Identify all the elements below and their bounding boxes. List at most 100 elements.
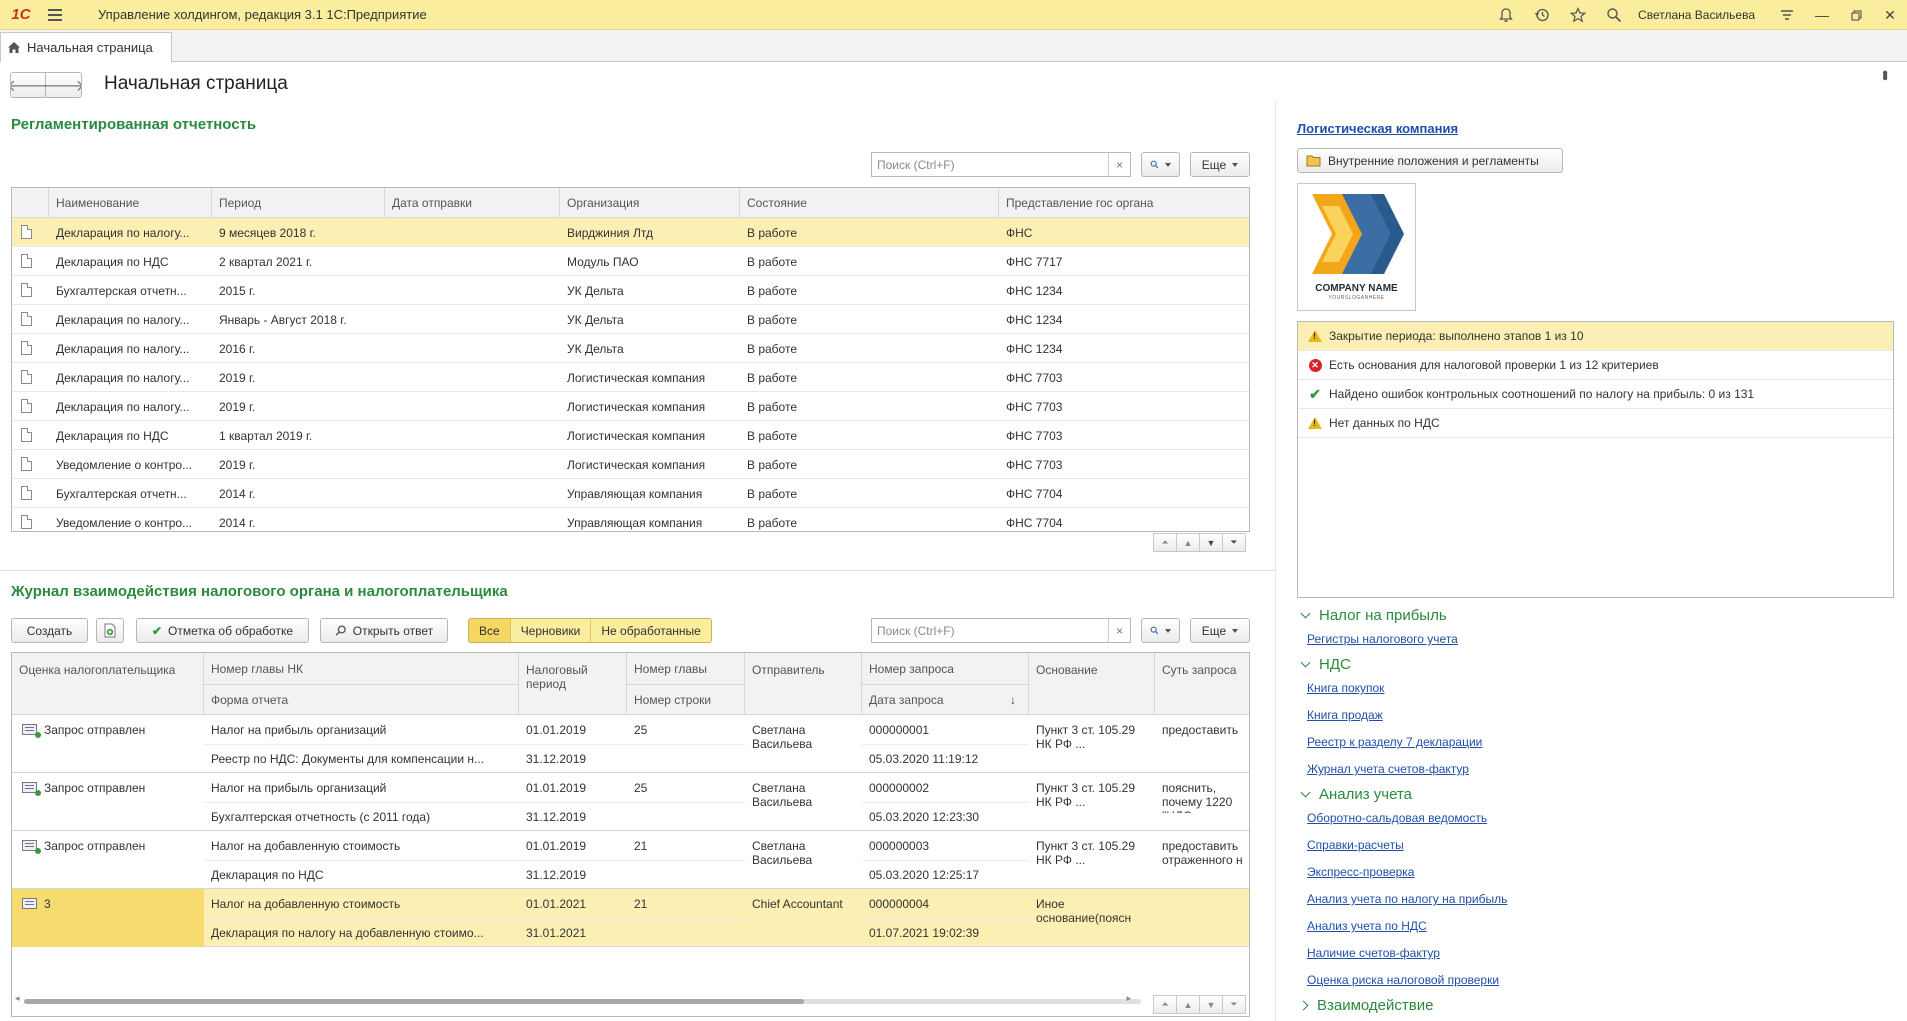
journal-table[interactable]: Оценка налогоплательщика Номер главы НК … bbox=[11, 652, 1250, 1017]
table-row[interactable]: Уведомление о контро... 2019 г. Логистичес… bbox=[12, 450, 1249, 479]
status-row[interactable]: Нет данных по НДС bbox=[1298, 409, 1893, 438]
settings-menu-icon[interactable] bbox=[1769, 0, 1805, 30]
link-trial-balance[interactable]: Оборотно-сальдовая ведомость bbox=[1307, 811, 1487, 825]
next-page-icon[interactable]: ▼ bbox=[1199, 533, 1223, 552]
create-button[interactable]: Создать bbox=[11, 618, 88, 643]
filter-drafts[interactable]: Черновики bbox=[510, 619, 592, 642]
clear-icon[interactable]: × bbox=[1108, 153, 1130, 176]
status-row[interactable]: Закрытие периода: выполнено этапов 1 из … bbox=[1298, 322, 1893, 351]
column-header[interactable]: Организация bbox=[560, 188, 740, 218]
more-actions-icon[interactable]: ••• bbox=[1875, 70, 1893, 78]
column-header[interactable]: Форма отчета bbox=[204, 684, 519, 715]
prev-page-icon[interactable]: ▲ bbox=[1176, 995, 1200, 1014]
table-row[interactable]: 3 Налог на добавленную стоимость Деклараци… bbox=[12, 889, 1249, 947]
user-name[interactable]: Светлана Васильева bbox=[1638, 8, 1755, 22]
link-purchase-book[interactable]: Книга покупок bbox=[1307, 681, 1384, 695]
next-page-icon[interactable]: ▼ bbox=[1199, 995, 1223, 1014]
close-icon[interactable]: ✕ bbox=[1873, 0, 1907, 30]
column-header[interactable]: Дата запроса ↓ bbox=[862, 684, 1029, 715]
last-page-icon[interactable]: ⏷ bbox=[1222, 995, 1246, 1014]
journal-more-button[interactable]: Еще bbox=[1190, 618, 1250, 643]
column-header[interactable]: Налоговый период bbox=[519, 653, 627, 715]
last-page-icon[interactable]: ⏷ bbox=[1222, 533, 1246, 552]
column-header[interactable]: Оценка налогоплательщика bbox=[12, 653, 204, 715]
tab-home[interactable]: Начальная страница bbox=[0, 32, 172, 62]
scroll-thumb[interactable] bbox=[24, 999, 804, 1004]
back-arrow-icon[interactable]: 🡐 bbox=[11, 73, 49, 97]
journal-search-input[interactable]: Поиск (Ctrl+F) × bbox=[871, 618, 1131, 643]
filter-unprocessed[interactable]: Не обработанные bbox=[591, 619, 711, 642]
table-row[interactable]: Запрос отправлен Налог на добавленную сто… bbox=[12, 831, 1249, 889]
table-row[interactable]: Бухгалтерская отчетн... 2015 г. УК Дельта В… bbox=[12, 276, 1249, 305]
column-header[interactable]: Дата отправки bbox=[385, 188, 560, 218]
table-row[interactable]: Декларация по налогу... Январь - Август 2… bbox=[12, 305, 1249, 334]
group-interaction[interactable]: Взаимодействие bbox=[1298, 997, 1433, 1014]
open-answer-button[interactable]: Открыть ответ bbox=[320, 618, 448, 643]
link-sales-book[interactable]: Книга продаж bbox=[1307, 708, 1383, 722]
column-header[interactable]: Номер запроса bbox=[862, 653, 1029, 684]
prev-page-icon[interactable]: ▲ bbox=[1176, 533, 1200, 552]
status-row[interactable]: ✕ Есть основания для налоговой проверки 1… bbox=[1298, 351, 1893, 380]
journal-search-button[interactable] bbox=[1141, 618, 1180, 643]
table-row[interactable]: Декларация по НДС 1 квартал 2019 г. Логист… bbox=[12, 421, 1249, 450]
favorites-star-icon[interactable] bbox=[1560, 0, 1596, 30]
internal-regulations-button[interactable]: Внутренние положения и регламенты bbox=[1297, 148, 1563, 173]
mark-processed-button[interactable]: ✔ Отметка об обработке bbox=[136, 618, 309, 643]
table-row[interactable]: Декларация по налогу... 2016 г. УК Дельта В… bbox=[12, 334, 1249, 363]
column-header[interactable]: Основание bbox=[1029, 653, 1155, 715]
link-vat-analysis[interactable]: Анализ учета по НДС bbox=[1307, 919, 1427, 933]
link-tax-registers[interactable]: Регистры налогового учета bbox=[1307, 632, 1458, 646]
filter-all[interactable]: Все bbox=[469, 619, 511, 642]
reports-more-button[interactable]: Еще bbox=[1190, 152, 1250, 177]
minimize-icon[interactable]: — bbox=[1805, 0, 1839, 30]
forward-arrow-icon[interactable]: 🡒 bbox=[42, 73, 81, 97]
reports-search-input[interactable]: Поиск (Ctrl+F) × bbox=[871, 152, 1131, 177]
scroll-left-icon[interactable]: ◂ bbox=[15, 993, 20, 1004]
column-header[interactable]: Состояние bbox=[740, 188, 999, 218]
table-row[interactable]: Декларация по НДС 2 квартал 2021 г. Модуль… bbox=[12, 247, 1249, 276]
link-audit-risk[interactable]: Оценка риска налоговой проверки bbox=[1307, 973, 1499, 987]
search-icon[interactable] bbox=[1596, 0, 1632, 30]
group-profit-tax[interactable]: Налог на прибыль bbox=[1300, 607, 1447, 624]
link-invoice-journal[interactable]: Журнал учета счетов-фактур bbox=[1307, 762, 1469, 776]
column-header[interactable]: Суть запроса bbox=[1155, 653, 1249, 715]
add-file-button[interactable] bbox=[96, 618, 124, 643]
company-link[interactable]: Логистическая компания bbox=[1297, 121, 1458, 136]
column-header[interactable]: Представление гос органа bbox=[999, 188, 1249, 218]
link-invoices-presence[interactable]: Наличие счетов-фактур bbox=[1307, 946, 1440, 960]
table-row[interactable]: Декларация по налогу... 2019 г. Логистичес… bbox=[12, 392, 1249, 421]
table-row[interactable]: Бухгалтерская отчетн... 2014 г. Управляюща… bbox=[12, 479, 1249, 508]
link-profit-analysis[interactable]: Анализ учета по налогу на прибыль bbox=[1307, 892, 1507, 906]
clear-icon[interactable]: × bbox=[1108, 619, 1130, 642]
main-menu-icon[interactable] bbox=[48, 0, 70, 30]
table-row[interactable]: Запрос отправлен Налог на прибыль организ… bbox=[12, 715, 1249, 773]
status-row[interactable]: ✔ Найдено ошибок контрольных соотношений … bbox=[1298, 380, 1893, 409]
table-row[interactable]: Уведомление о контро... 2014 г. Управляюща… bbox=[12, 508, 1249, 531]
link-express-check[interactable]: Экспресс-проверка bbox=[1307, 865, 1414, 879]
scroll-right-icon[interactable]: ▸ bbox=[1126, 993, 1131, 1004]
column-header[interactable]: Период bbox=[212, 188, 385, 218]
column-header[interactable]: Отправитель bbox=[745, 653, 862, 715]
reports-table[interactable]: Наименование Период Дата отправки Органи… bbox=[11, 187, 1250, 532]
history-icon[interactable] bbox=[1524, 0, 1560, 30]
group-analysis[interactable]: Анализ учета bbox=[1300, 786, 1412, 803]
restore-icon[interactable] bbox=[1839, 0, 1873, 30]
column-header[interactable]: Номер главы bbox=[627, 653, 745, 684]
app-logo-icon[interactable]: 1С bbox=[4, 0, 38, 30]
status-text: Закрытие периода: выполнено этапов 1 из … bbox=[1329, 329, 1584, 343]
column-header[interactable]: Номер строки bbox=[627, 684, 745, 715]
table-row[interactable]: Декларация по налогу... 2019 г. Логистичес… bbox=[12, 363, 1249, 392]
reports-search-button[interactable] bbox=[1141, 152, 1180, 177]
group-vat[interactable]: НДС bbox=[1300, 656, 1351, 673]
link-section7-register[interactable]: Реестр к разделу 7 декларации bbox=[1307, 735, 1482, 749]
journal-hscroll[interactable]: ◂ ▸ bbox=[12, 993, 1249, 1006]
first-page-icon[interactable]: ⏶ bbox=[1153, 995, 1177, 1014]
table-row[interactable]: Запрос отправлен Налог на прибыль организ… bbox=[12, 773, 1249, 831]
column-header[interactable]: Номер главы НК bbox=[204, 653, 519, 684]
link-calculations[interactable]: Справки-расчеты bbox=[1307, 838, 1404, 852]
form-cell: Реестр по НДС: Документы для компенсации… bbox=[211, 752, 485, 766]
table-row[interactable]: Декларация по налогу... 9 месяцев 2018 г.… bbox=[12, 218, 1249, 247]
first-page-icon[interactable]: ⏶ bbox=[1153, 533, 1177, 552]
column-header[interactable]: Наименование bbox=[49, 188, 212, 218]
bell-icon[interactable] bbox=[1488, 0, 1524, 30]
